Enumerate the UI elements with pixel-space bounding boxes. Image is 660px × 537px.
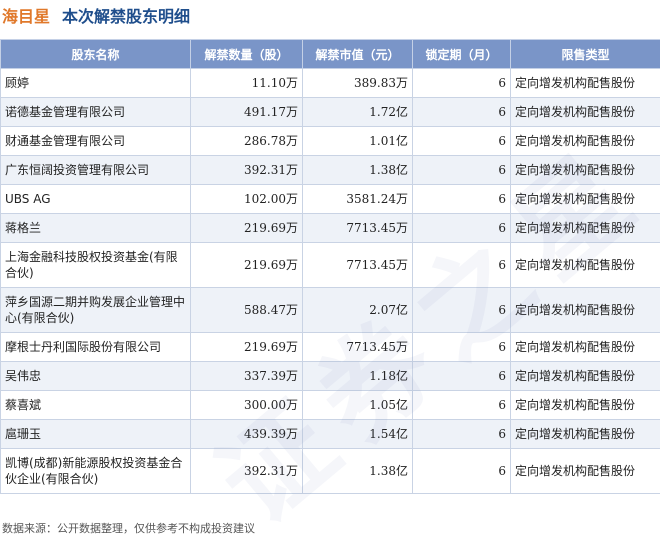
- unlock-market-value: 1.54亿: [302, 419, 413, 449]
- shareholder-name: 蒋格兰: [0, 213, 191, 243]
- unlock-quantity: 392.31万: [190, 155, 303, 185]
- data-source-note: 数据来源：公开数据整理，仅供参考不构成投资建议: [2, 522, 255, 535]
- restriction-type: 定向增发机构配售股份: [510, 242, 660, 288]
- unlock-quantity: 219.69万: [190, 242, 303, 288]
- restriction-type: 定向增发机构配售股份: [510, 361, 660, 391]
- column-header-name: 股东名称: [0, 39, 191, 69]
- restriction-type: 定向增发机构配售股份: [510, 390, 660, 420]
- restriction-type: 定向增发机构配售股份: [510, 332, 660, 362]
- unlock-market-value: 1.72亿: [302, 97, 413, 127]
- lock-period: 6: [412, 126, 511, 156]
- unlock-market-value: 1.18亿: [302, 361, 413, 391]
- shareholder-name: 顾婷: [0, 68, 191, 98]
- unlock-market-value: 7713.45万: [302, 332, 413, 362]
- shareholder-name: 摩根士丹利国际股份有限公司: [0, 332, 191, 362]
- shareholder-name: 诺德基金管理有限公司: [0, 97, 191, 127]
- lock-period: 6: [412, 68, 511, 98]
- unlock-quantity: 300.00万: [190, 390, 303, 420]
- column-header-lock-period: 锁定期（月）: [412, 39, 511, 69]
- shareholder-name: 财通基金管理有限公司: [0, 126, 191, 156]
- lock-period: 6: [412, 332, 511, 362]
- lock-period: 6: [412, 287, 511, 333]
- restriction-type: 定向增发机构配售股份: [510, 97, 660, 127]
- shareholder-name: 凯博(成都)新能源股权投资基金合伙企业(有限合伙): [0, 448, 191, 494]
- unlock-quantity: 337.39万: [190, 361, 303, 391]
- restriction-type: 定向增发机构配售股份: [510, 287, 660, 333]
- unlock-quantity: 219.69万: [190, 213, 303, 243]
- restriction-type: 定向增发机构配售股份: [510, 155, 660, 185]
- unlock-shareholder-table: 股东名称 解禁数量（股） 解禁市值（元） 锁定期（月） 限售类型 顾婷 11.1…: [0, 39, 660, 494]
- unlock-market-value: 2.07亿: [302, 287, 413, 333]
- unlock-market-value: 1.05亿: [302, 390, 413, 420]
- lock-period: 6: [412, 213, 511, 243]
- table-row: 蔡喜斌 300.00万 1.05亿 6 定向增发机构配售股份: [0, 390, 660, 420]
- lock-period: 6: [412, 419, 511, 449]
- table-row: 吴伟忠 337.39万 1.18亿 6 定向增发机构配售股份: [0, 361, 660, 391]
- table-row: 萍乡国源二期并购发展企业管理中心(有限合伙) 588.47万 2.07亿 6 定…: [0, 287, 660, 333]
- lock-period: 6: [412, 448, 511, 494]
- table-header-row: 股东名称 解禁数量（股） 解禁市值（元） 锁定期（月） 限售类型: [0, 39, 660, 69]
- table-row: 财通基金管理有限公司 286.78万 1.01亿 6 定向增发机构配售股份: [0, 126, 660, 156]
- unlock-quantity: 491.17万: [190, 97, 303, 127]
- shareholder-name: 吴伟忠: [0, 361, 191, 391]
- unlock-market-value: 1.38亿: [302, 155, 413, 185]
- unlock-quantity: 11.10万: [190, 68, 303, 98]
- unlock-quantity: 588.47万: [190, 287, 303, 333]
- table-row: 顾婷 11.10万 389.83万 6 定向增发机构配售股份: [0, 68, 660, 98]
- restriction-type: 定向增发机构配售股份: [510, 184, 660, 214]
- table-row: 摩根士丹利国际股份有限公司 219.69万 7713.45万 6 定向增发机构配…: [0, 332, 660, 362]
- lock-period: 6: [412, 184, 511, 214]
- table-row: 上海金融科技股权投资基金(有限合伙) 219.69万 7713.45万 6 定向…: [0, 242, 660, 288]
- lock-period: 6: [412, 361, 511, 391]
- page-subtitle: 本次解禁股东明细: [62, 7, 191, 26]
- table-row: 广东恒阔投资管理有限公司 392.31万 1.38亿 6 定向增发机构配售股份: [0, 155, 660, 185]
- table-row: 凯博(成都)新能源股权投资基金合伙企业(有限合伙) 392.31万 1.38亿 …: [0, 448, 660, 494]
- table-row: 诺德基金管理有限公司 491.17万 1.72亿 6 定向增发机构配售股份: [0, 97, 660, 127]
- unlock-market-value: 7713.45万: [302, 242, 413, 288]
- unlock-market-value: 7713.45万: [302, 213, 413, 243]
- restriction-type: 定向增发机构配售股份: [510, 419, 660, 449]
- column-header-market-value: 解禁市值（元）: [302, 39, 413, 69]
- shareholder-name: UBS AG: [0, 184, 191, 214]
- page-title: 海目星 本次解禁股东明细: [2, 2, 190, 28]
- lock-period: 6: [412, 155, 511, 185]
- unlock-quantity: 102.00万: [190, 184, 303, 214]
- stock-name: 海目星: [2, 7, 51, 26]
- restriction-type: 定向增发机构配售股份: [510, 68, 660, 98]
- shareholder-name: 萍乡国源二期并购发展企业管理中心(有限合伙): [0, 287, 191, 333]
- table-row: UBS AG 102.00万 3581.24万 6 定向增发机构配售股份: [0, 184, 660, 214]
- shareholder-name: 上海金融科技股权投资基金(有限合伙): [0, 242, 191, 288]
- lock-period: 6: [412, 97, 511, 127]
- unlock-market-value: 3581.24万: [302, 184, 413, 214]
- restriction-type: 定向增发机构配售股份: [510, 448, 660, 494]
- unlock-quantity: 286.78万: [190, 126, 303, 156]
- unlock-market-value: 389.83万: [302, 68, 413, 98]
- unlock-quantity: 392.31万: [190, 448, 303, 494]
- table-row: 蒋格兰 219.69万 7713.45万 6 定向增发机构配售股份: [0, 213, 660, 243]
- unlock-quantity: 219.69万: [190, 332, 303, 362]
- shareholder-name: 广东恒阔投资管理有限公司: [0, 155, 191, 185]
- shareholder-name: 蔡喜斌: [0, 390, 191, 420]
- table-row: 扈珊玉 439.39万 1.54亿 6 定向增发机构配售股份: [0, 419, 660, 449]
- unlock-quantity: 439.39万: [190, 419, 303, 449]
- restriction-type: 定向增发机构配售股份: [510, 213, 660, 243]
- shareholder-name: 扈珊玉: [0, 419, 191, 449]
- restriction-type: 定向增发机构配售股份: [510, 126, 660, 156]
- lock-period: 6: [412, 390, 511, 420]
- column-header-quantity: 解禁数量（股）: [190, 39, 303, 69]
- unlock-market-value: 1.38亿: [302, 448, 413, 494]
- lock-period: 6: [412, 242, 511, 288]
- unlock-market-value: 1.01亿: [302, 126, 413, 156]
- column-header-restriction-type: 限售类型: [510, 39, 660, 69]
